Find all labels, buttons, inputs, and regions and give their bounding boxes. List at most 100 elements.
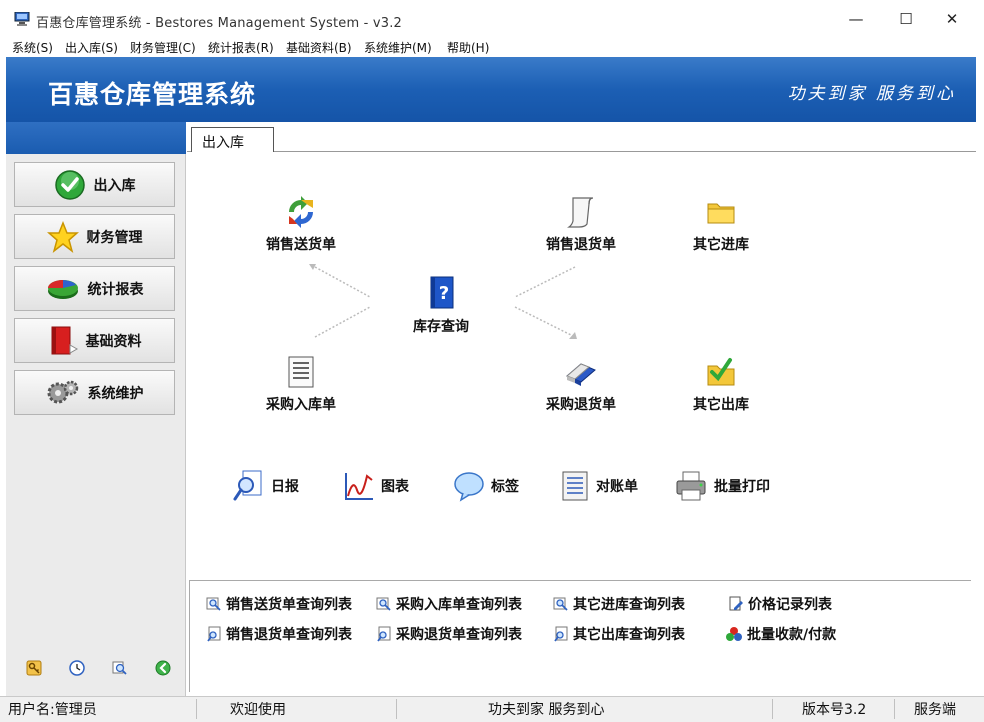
link-label: 销售送货单查询列表 — [226, 597, 352, 613]
menu-inout[interactable]: 出入库(S) — [65, 39, 118, 56]
search-list-icon — [553, 597, 568, 611]
sidebar-button-inout[interactable]: 出入库 — [14, 162, 175, 207]
folder-check-icon — [707, 358, 735, 386]
check-icon — [54, 169, 85, 200]
link-label: 其它进库查询列表 — [573, 597, 685, 613]
label-label: 标签 — [491, 479, 519, 495]
menu-basic-data[interactable]: 基础资料(B) — [286, 39, 352, 56]
sidebar-button-label: 统计报表 — [87, 281, 144, 298]
app-computer-icon — [14, 12, 30, 26]
other-in-node[interactable]: 其它进库 — [676, 194, 766, 254]
statement-button[interactable]: 对账单 — [560, 468, 638, 504]
ledger-icon — [562, 471, 588, 501]
link-label: 销售退货单查询列表 — [226, 627, 352, 643]
back-arrow-icon[interactable] — [155, 660, 171, 676]
status-welcome: 欢迎使用 — [230, 702, 286, 718]
link-sales-delivery-list[interactable]: 销售送货单查询列表 — [206, 594, 352, 614]
status-divider — [772, 699, 773, 719]
menu-help[interactable]: 帮助(H) — [447, 39, 489, 56]
line-chart-icon — [345, 473, 373, 500]
sidebar-button-maintenance[interactable]: 系统维护 — [14, 370, 175, 415]
search-list-icon — [206, 597, 221, 611]
link-sales-return-list[interactable]: 销售退货单查询列表 — [206, 624, 352, 644]
sidebar-button-reports[interactable]: 统计报表 — [14, 266, 175, 311]
gear-icon — [47, 380, 78, 403]
link-batch-payment[interactable]: 批量收款/付款 — [725, 624, 836, 644]
link-label: 批量收款/付款 — [747, 627, 837, 643]
status-slogan: 功夫到家 服务到心 — [488, 702, 605, 718]
link-other-in-list[interactable]: 其它进库查询列表 — [553, 594, 685, 614]
other-out-label: 其它出库 — [693, 397, 749, 413]
star-icon — [46, 220, 79, 253]
other-out-node[interactable]: 其它出库 — [676, 354, 766, 414]
maximize-button[interactable]: ☐ — [886, 6, 926, 32]
book-icon — [51, 326, 78, 354]
header-banner: 百惠仓库管理系统 功夫到家 服务到心 — [6, 57, 976, 122]
links-divider — [189, 580, 190, 692]
scroll-icon — [567, 197, 594, 228]
magnifier-doc-icon — [233, 470, 262, 501]
link-label: 其它出库查询列表 — [573, 627, 685, 643]
status-bar: 用户名:管理员 欢迎使用 功夫到家 服务到心 版本号3.2 服务端 — [0, 696, 984, 722]
main-panel: 出入库 销售送货单 销售退货单 其它进库 ? 库存查询 采购入库单 采购退货单 … — [187, 122, 976, 696]
daily-report-label: 日报 — [271, 479, 299, 495]
sales-return-label: 销售退货单 — [546, 237, 616, 253]
tab-inout[interactable]: 出入库 — [191, 127, 274, 152]
pie-chart-icon — [47, 279, 78, 299]
link-other-out-list[interactable]: 其它出库查询列表 — [553, 624, 685, 644]
status-mode: 服务端 — [914, 702, 956, 718]
menu-system[interactable]: 系统(S) — [12, 39, 53, 56]
menu-bar: 系统(S) 出入库(S) 财务管理(C) 统计报表(R) 基础资料(B) 系统维… — [0, 37, 984, 57]
banner-slogan: 功夫到家 服务到心 — [787, 84, 956, 104]
menu-maintenance[interactable]: 系统维护(M) — [364, 39, 432, 56]
sidebar-button-label: 基础资料 — [85, 333, 142, 350]
link-label: 采购入库单查询列表 — [396, 597, 522, 613]
sidebar-button-basic-data[interactable]: 基础资料 — [14, 318, 175, 363]
search-doc-icon — [207, 626, 221, 642]
search-icon[interactable] — [112, 660, 128, 676]
chart-label: 图表 — [381, 479, 409, 495]
link-price-record-list[interactable]: 价格记录列表 — [728, 594, 832, 614]
menu-reports[interactable]: 统计报表(R) — [208, 39, 274, 56]
banner-title: 百惠仓库管理系统 — [48, 80, 257, 109]
sidebar-button-label: 系统维护 — [87, 385, 144, 402]
tab-border — [274, 151, 976, 152]
svg-text:?: ? — [439, 283, 449, 304]
link-purchase-in-list[interactable]: 采购入库单查询列表 — [376, 594, 522, 614]
edit-document-icon — [729, 596, 743, 611]
sales-return-node[interactable]: 销售退货单 — [536, 194, 626, 254]
close-button[interactable]: ✕ — [932, 6, 972, 32]
clock-icon[interactable] — [69, 660, 85, 676]
purchase-return-node[interactable]: 采购退货单 — [536, 354, 626, 414]
sales-delivery-node[interactable]: 销售送货单 — [256, 194, 346, 254]
search-doc-icon — [377, 626, 391, 642]
batch-print-button[interactable]: 批量打印 — [674, 468, 770, 504]
daily-report-button[interactable]: 日报 — [233, 468, 299, 504]
sidebar-button-label: 出入库 — [93, 177, 136, 194]
eraser-icon — [566, 363, 596, 386]
label-button[interactable]: 标签 — [453, 468, 519, 504]
chart-button[interactable]: 图表 — [343, 468, 409, 504]
menu-finance[interactable]: 财务管理(C) — [130, 39, 196, 56]
stock-query-node[interactable]: ? 库存查询 — [396, 274, 486, 336]
minimize-button[interactable]: — — [836, 6, 876, 32]
status-divider — [196, 699, 197, 719]
sidebar: 出入库 财务管理 统计报表 基础资料 系统维护 — [6, 122, 186, 696]
batch-print-label: 批量打印 — [714, 479, 770, 495]
color-balls-icon — [726, 627, 742, 641]
help-book-icon: ? — [430, 276, 454, 309]
search-doc-icon — [554, 626, 568, 642]
other-in-label: 其它进库 — [693, 237, 749, 253]
status-divider — [396, 699, 397, 719]
links-divider — [189, 580, 971, 581]
status-user: 用户名:管理员 — [8, 702, 97, 718]
document-list-icon — [288, 356, 314, 388]
printer-icon — [676, 471, 706, 501]
purchase-in-node[interactable]: 采购入库单 — [256, 354, 346, 414]
link-purchase-return-list[interactable]: 采购退货单查询列表 — [376, 624, 522, 644]
tab-border — [187, 151, 191, 152]
stock-query-label: 库存查询 — [413, 319, 469, 335]
key-icon[interactable] — [26, 660, 42, 676]
speech-bubble-icon — [454, 472, 484, 502]
sidebar-button-finance[interactable]: 财务管理 — [14, 214, 175, 259]
